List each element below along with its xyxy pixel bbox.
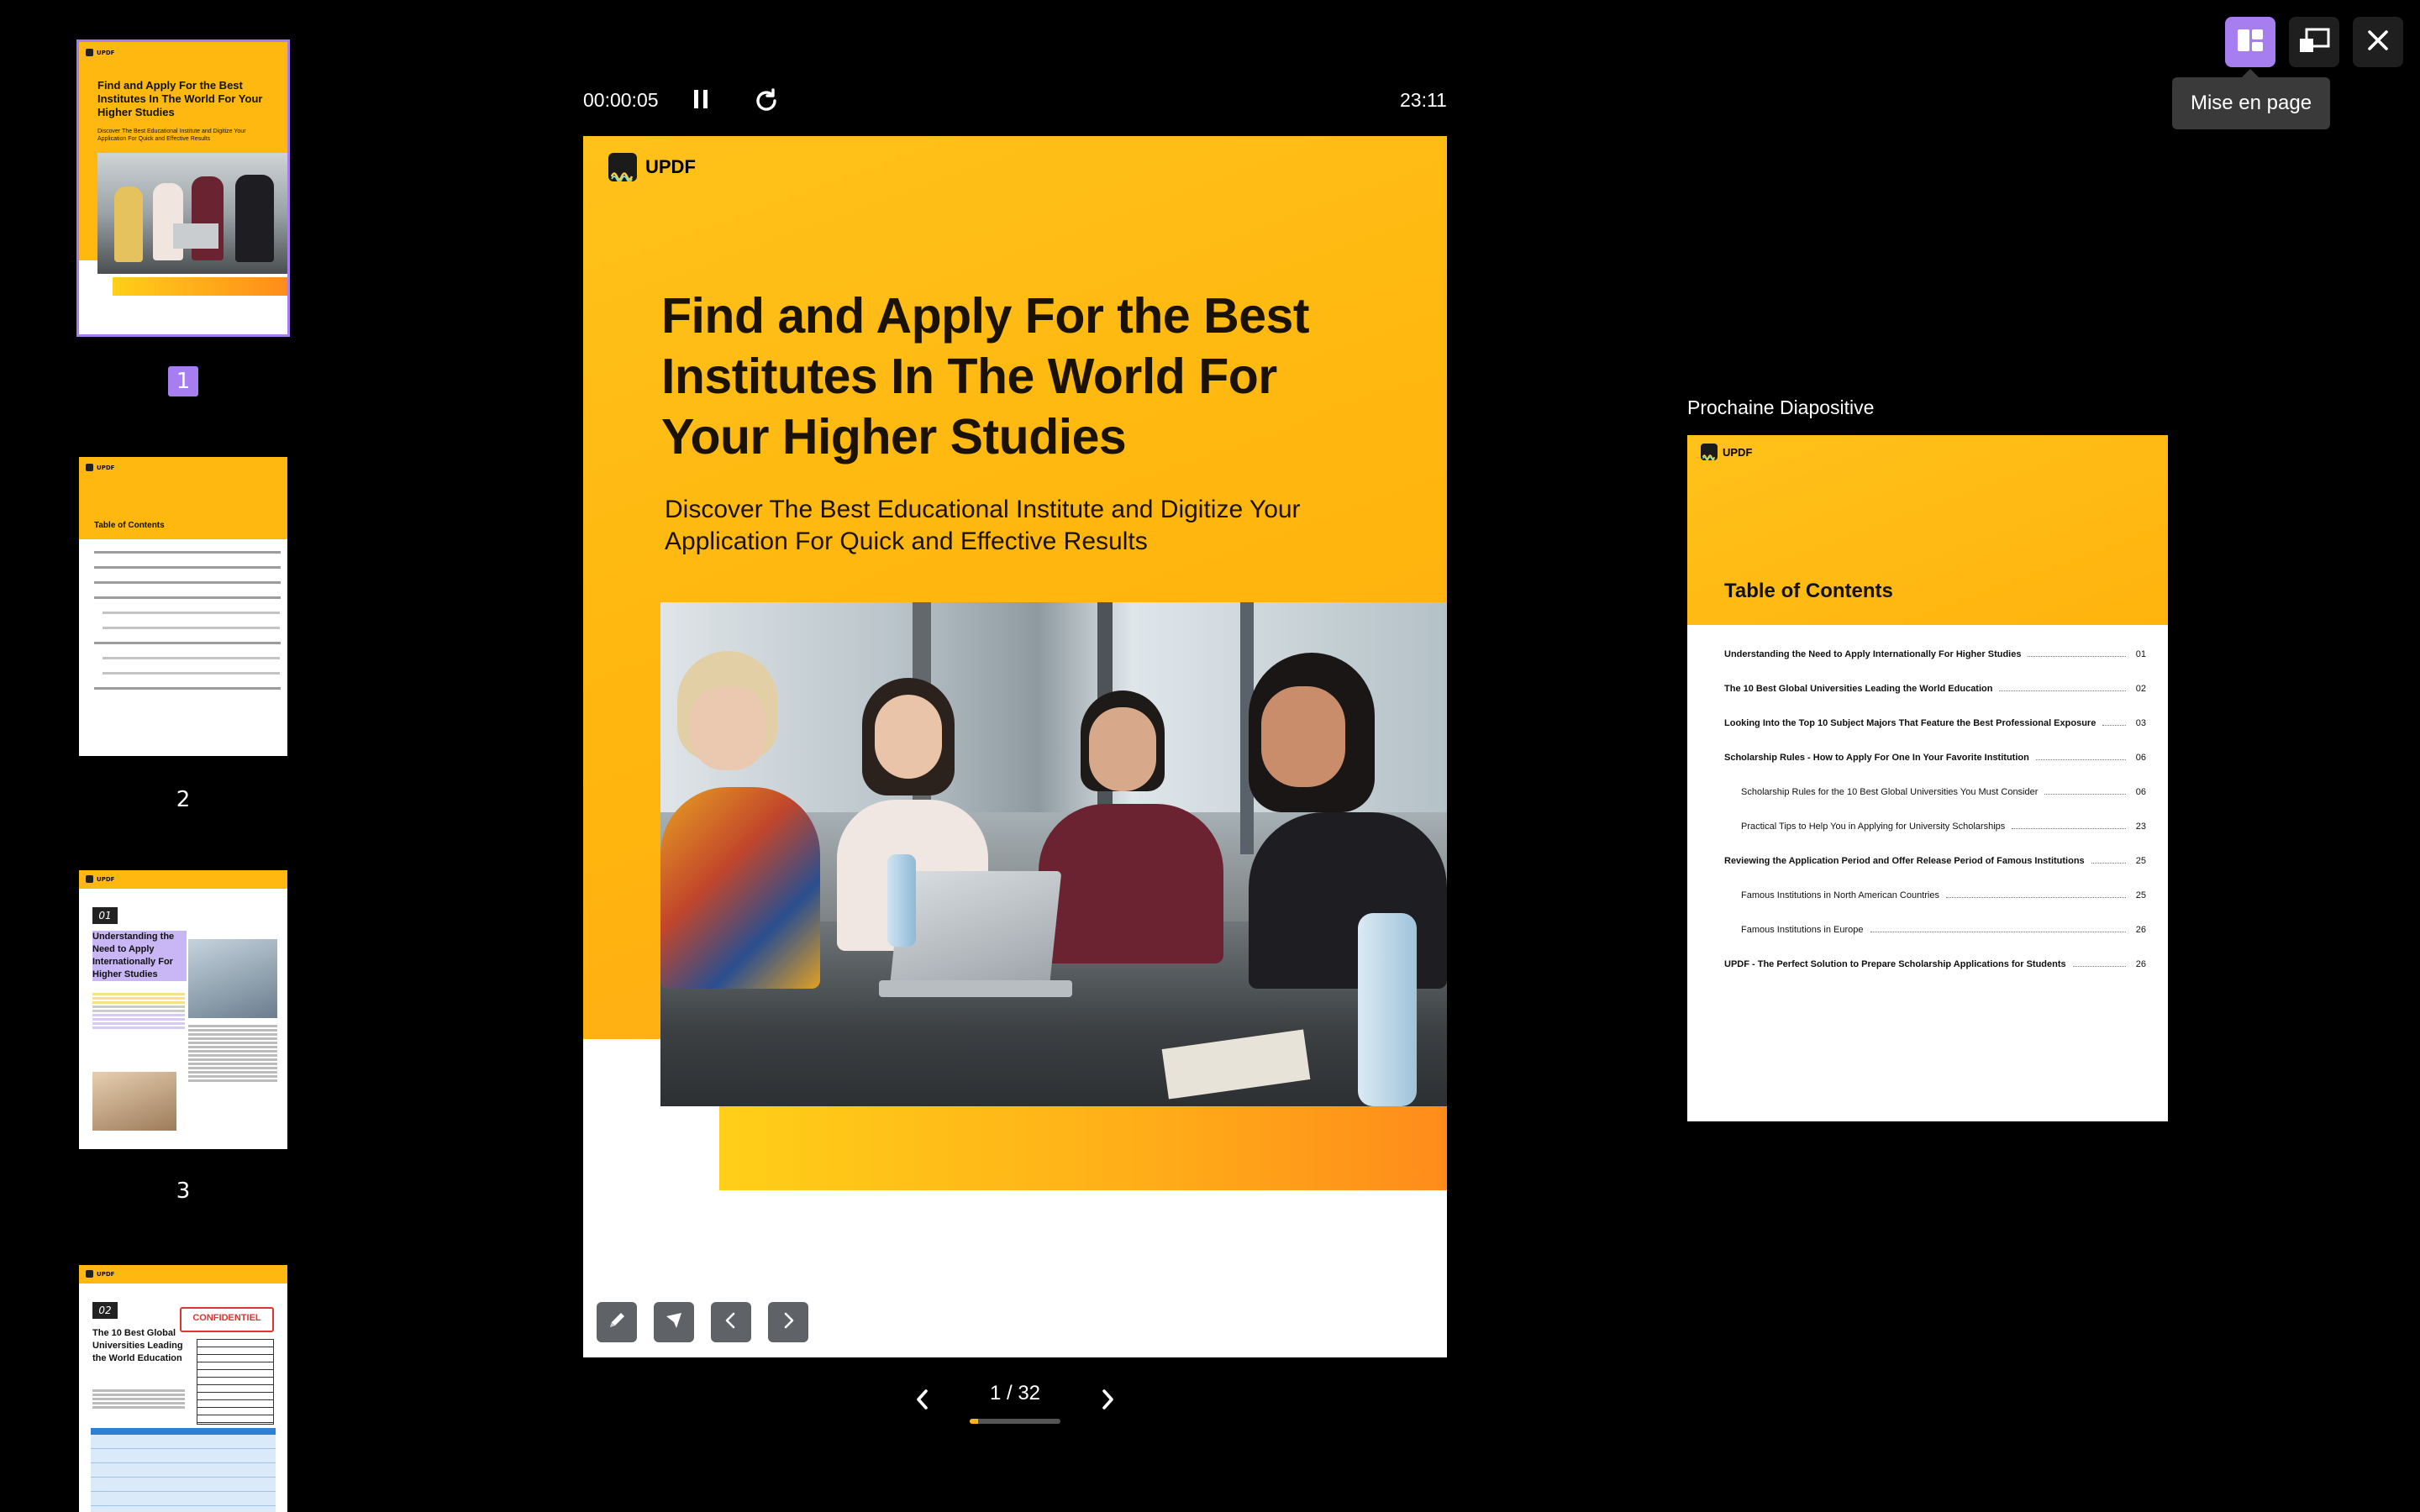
chevron-right-icon [1098, 1387, 1117, 1415]
updf-logo: UPDF [608, 153, 696, 181]
thumbnail-slide-4[interactable]: UPDF 02 The 10 Best Global Universities … [79, 1265, 287, 1512]
thumb-ranking-table [197, 1339, 274, 1425]
window-icon [2298, 27, 2330, 57]
slide-subtitle: Discover The Best Educational Institute … [665, 496, 1301, 555]
thumbnail-number-1[interactable]: 1 [168, 366, 198, 396]
toc-entry: Looking Into the Top 10 Subject Majors T… [1724, 718, 2146, 728]
chevron-left-icon [913, 1387, 932, 1415]
thumb-text-block [92, 1388, 185, 1410]
toc-entry: Understanding the Need to Apply Internat… [1724, 649, 2146, 659]
clock: 23:11 [1400, 89, 1447, 111]
toc-subentry: Famous Institutions in North American Co… [1741, 890, 2146, 900]
students-photo [660, 602, 1447, 1106]
pause-button[interactable] [686, 84, 716, 118]
progress-fill [970, 1419, 978, 1424]
chevron-left-icon [721, 1310, 741, 1334]
thumb-subtitle: Discover The Best Educational Institute … [97, 129, 246, 142]
updf-logo-icon [1701, 444, 1718, 460]
pen-tool-button[interactable] [597, 1302, 637, 1342]
thumb-blue-table [91, 1428, 276, 1512]
current-slide: UPDF Find and Apply For the Best Institu… [583, 136, 1447, 1357]
thumb-photo-bottom [92, 1072, 176, 1131]
toc-entry: Scholarship Rules - How to Apply For One… [1724, 753, 2146, 763]
layout-icon [2236, 28, 2265, 56]
updf-logo-icon [608, 153, 637, 181]
toc-subentry: Practical Tips to Help You in Applying f… [1741, 822, 2146, 832]
toc-subentry: Famous Institutions in Europe 26 [1741, 925, 2146, 935]
thumbnail-slide-1[interactable]: UPDF Find and Apply For the Best Institu… [76, 39, 290, 337]
pause-icon [692, 88, 710, 113]
thumb-logo: UPDF [86, 1270, 114, 1278]
close-icon [2366, 29, 2390, 55]
thumb-logo: UPDF [86, 49, 114, 56]
thumb-text-block-right [188, 1023, 277, 1084]
progress-bar [970, 1419, 1060, 1424]
next-page-button[interactable] [1089, 1383, 1126, 1420]
toc-entry: Reviewing the Application Period and Off… [1724, 856, 2146, 866]
thumb-toc-lines [94, 551, 281, 690]
thumb-photo [97, 153, 287, 274]
next-slide-label: Prochaine Diapositive [1687, 396, 1875, 418]
thumb-orange-bar [113, 277, 287, 296]
thumb-text-block [92, 991, 185, 1031]
confidential-stamp: CONFIDENTIEL [180, 1307, 274, 1332]
thumbnail-number-3[interactable]: 3 [168, 1176, 198, 1206]
thumb-chapter: 02 [92, 1302, 118, 1319]
restart-button[interactable] [748, 84, 785, 121]
thumb-title: Understanding the Need to Apply Internat… [92, 931, 187, 981]
close-button[interactable] [2353, 17, 2403, 67]
pen-icon [606, 1310, 628, 1335]
prev-page-button[interactable] [904, 1383, 941, 1420]
pointer-icon [663, 1310, 685, 1335]
updf-logo-text: UPDF [645, 156, 696, 177]
page-indicator: 1 / 32 [989, 1382, 1041, 1404]
thumb-title: Table of Contents [94, 521, 165, 530]
toc-title: Table of Contents [1724, 580, 1893, 602]
thumb-title: Find and Apply For the Best Institutes I… [97, 79, 263, 118]
tooltip-arrow [2242, 69, 2259, 77]
toc-entry: The 10 Best Global Universities Leading … [1724, 684, 2146, 694]
layout-button[interactable] [2225, 17, 2275, 67]
next-updf-logo: UPDF [1701, 444, 1752, 460]
slide-orange-bar [719, 1106, 1447, 1190]
pointer-tool-button[interactable] [654, 1302, 694, 1342]
next-logo-text: UPDF [1723, 445, 1753, 459]
next-slide-tool-button[interactable] [768, 1302, 808, 1342]
next-slide-preview: UPDF Table of Contents Understanding the… [1687, 435, 2168, 1121]
toc-subentry: Scholarship Rules for the 10 Best Global… [1741, 787, 2146, 797]
thumbnail-number-2[interactable]: 2 [168, 785, 198, 815]
chevron-right-icon [778, 1310, 798, 1334]
thumb-photo-top [188, 939, 277, 1018]
thumb-title: The 10 Best Global Universities Leading … [92, 1328, 183, 1363]
prev-slide-tool-button[interactable] [711, 1302, 751, 1342]
restart-icon [753, 87, 780, 118]
thumbnail-slide-3[interactable]: UPDF 01 Understanding the Need to Apply … [79, 870, 287, 1149]
elapsed-timer: 00:00:05 [583, 89, 659, 111]
window-mode-button[interactable] [2289, 17, 2339, 67]
thumbnail-slide-2[interactable]: UPDF Table of Contents [79, 457, 287, 756]
thumb-logo: UPDF [86, 464, 114, 471]
slide-title: Find and Apply For the Best Institutes I… [661, 288, 1310, 465]
thumb-chapter: 01 [92, 907, 118, 924]
layout-tooltip: Mise en page [2172, 77, 2330, 129]
thumb-logo: UPDF [86, 875, 114, 883]
toc-entry: UPDF - The Perfect Solution to Prepare S… [1724, 959, 2146, 969]
